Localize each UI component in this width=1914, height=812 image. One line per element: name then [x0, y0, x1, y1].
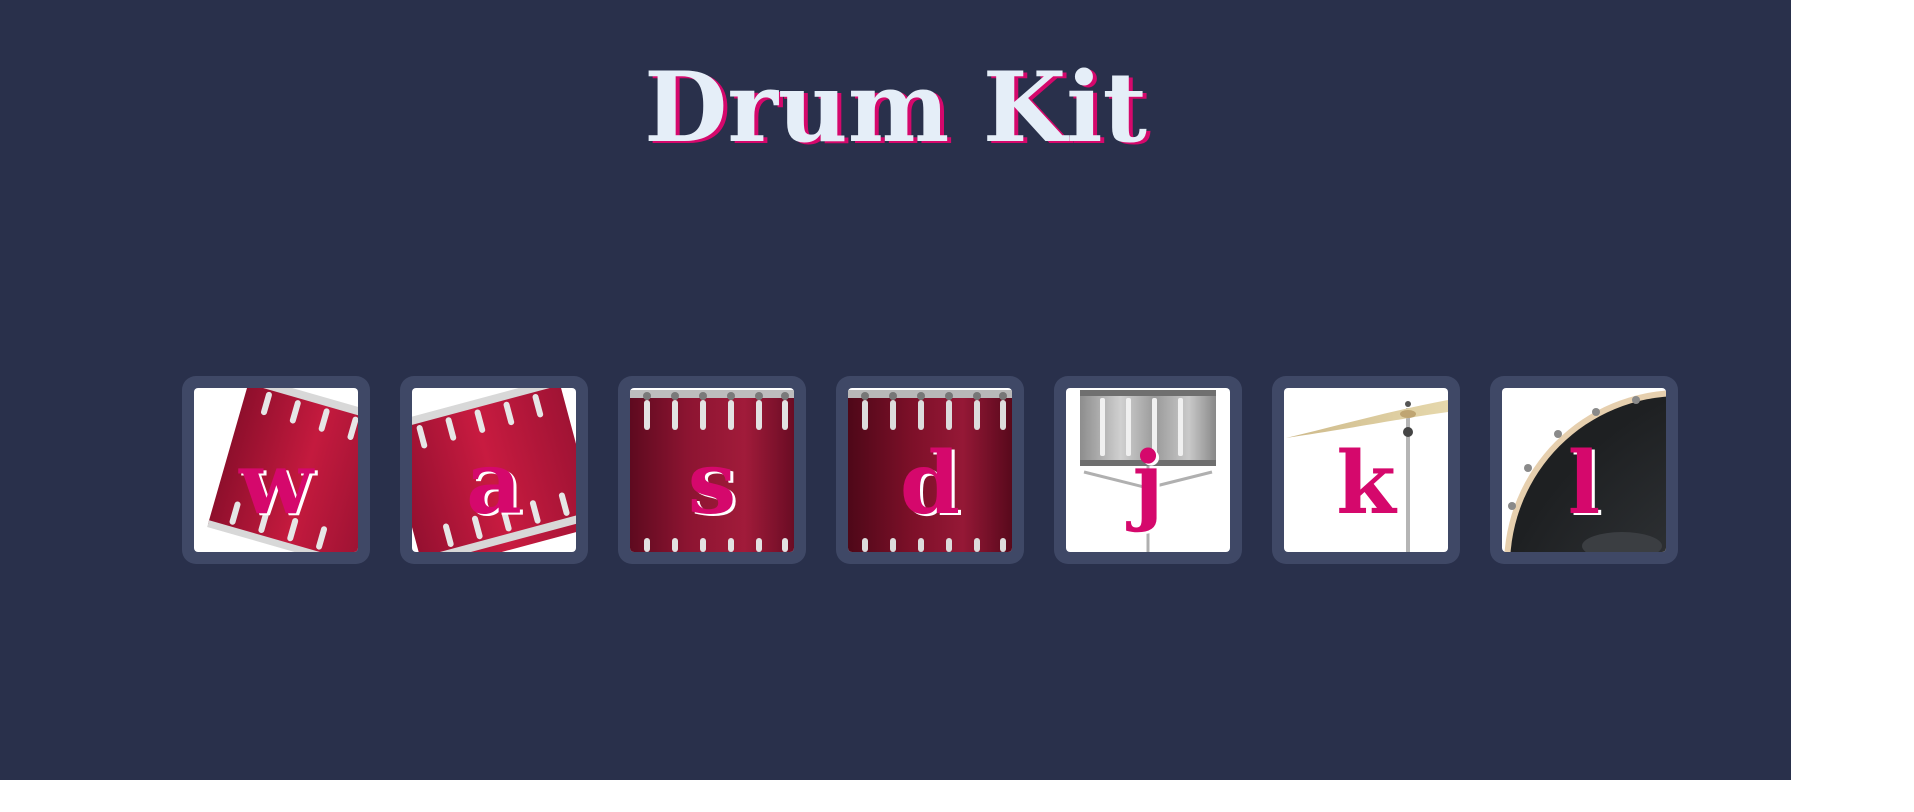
drum-pad-l[interactable]: l [1490, 376, 1678, 564]
drum-set: w a s d j k l [182, 376, 1678, 564]
drum-pad-k[interactable]: k [1272, 376, 1460, 564]
key-label: d [899, 433, 961, 534]
key-label: s [687, 433, 737, 534]
drum-kit-stage: Drum Kit w a s d j k l [0, 0, 1791, 780]
drum-pad-d[interactable]: d [836, 376, 1024, 564]
pad-image: s [630, 388, 794, 552]
key-label: a [466, 433, 522, 534]
drum-pad-a[interactable]: a [400, 376, 588, 564]
key-label: l [1567, 433, 1601, 534]
pad-image: l [1502, 388, 1666, 552]
key-label: j [1132, 433, 1164, 534]
drum-pad-w[interactable]: w [182, 376, 370, 564]
pad-image: j [1066, 388, 1230, 552]
pad-image: w [194, 388, 358, 552]
pad-image: k [1284, 388, 1448, 552]
key-label: k [1336, 433, 1396, 534]
page-title: Drum Kit [644, 51, 1147, 164]
key-label: w [238, 433, 314, 534]
drum-pad-j[interactable]: j [1054, 376, 1242, 564]
drum-pad-s[interactable]: s [618, 376, 806, 564]
pad-image: d [848, 388, 1012, 552]
pad-image: a [412, 388, 576, 552]
